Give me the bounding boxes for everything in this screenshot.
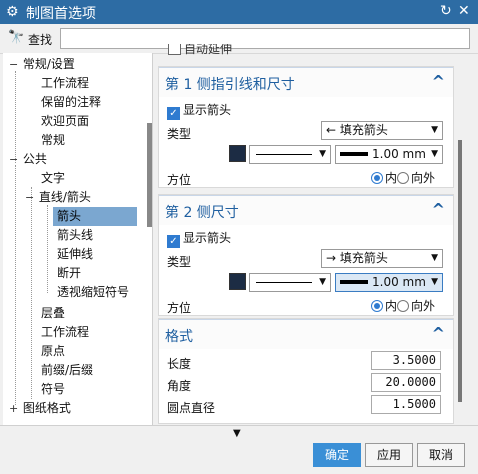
dot-diameter-label: 圆点直径 bbox=[167, 401, 216, 415]
angle-input[interactable]: 20.0000 bbox=[371, 373, 441, 392]
length-label: 长度 bbox=[167, 357, 192, 371]
tree-node-origin[interactable]: 原点 bbox=[41, 342, 65, 361]
tree-node-arrow-line[interactable]: 箭头线 bbox=[57, 226, 93, 245]
side1-header[interactable]: 第 1 侧指引线和尺寸 ^ bbox=[159, 67, 453, 97]
cancel-button[interactable]: 取消 bbox=[417, 443, 465, 467]
apply-button[interactable]: 应用 bbox=[365, 443, 413, 467]
radio-icon bbox=[397, 172, 410, 184]
side2-width-dropdown[interactable]: 1.00 mm ▼ bbox=[335, 273, 443, 292]
reset-icon[interactable]: ↻ bbox=[440, 3, 452, 19]
side2-direction-options[interactable]: 内向外 bbox=[371, 297, 435, 314]
side2-linetype-dropdown[interactable]: ▼ bbox=[249, 273, 331, 292]
side1-section: 第 1 侧指引线和尺寸 ^ ✓ 显示箭头 类型 ← 填充箭头 ▼ ▼ 1.00 mm… bbox=[158, 66, 454, 188]
side1-direction-options[interactable]: 内向外 bbox=[371, 169, 435, 186]
tree-node-workflow[interactable]: 工作流程 bbox=[41, 74, 89, 93]
tree-node-general[interactable]: − 常规/设置 bbox=[9, 55, 75, 74]
side1-direction-label: 方位 bbox=[167, 173, 192, 187]
close-icon[interactable]: ✕ bbox=[458, 3, 470, 19]
side1-type-dropdown[interactable]: ← 填充箭头 ▼ bbox=[321, 121, 443, 140]
side1-linetype-dropdown[interactable]: ▼ bbox=[249, 145, 331, 164]
tree-node-welcome-page[interactable]: 欢迎页面 bbox=[41, 112, 89, 131]
side2-type-dropdown[interactable]: → 填充箭头 ▼ bbox=[321, 249, 443, 268]
tree-node-text[interactable]: 文字 bbox=[41, 169, 65, 188]
window-title: 制图首选项 bbox=[26, 6, 96, 22]
binoculars-icon: 🔭 bbox=[8, 30, 25, 45]
ok-button[interactable]: 确定 bbox=[313, 443, 361, 467]
side2-header[interactable]: 第 2 侧尺寸 ^ bbox=[159, 195, 453, 225]
tree-node-foreshortening[interactable]: 透视缩短符号 bbox=[57, 283, 129, 302]
tree-node-retained-annotations[interactable]: 保留的注释 bbox=[41, 93, 101, 112]
button-bar: ▼ 确定 应用 取消 bbox=[0, 425, 478, 474]
radio-selected-icon bbox=[371, 300, 383, 312]
format-title: 格式 bbox=[165, 329, 193, 345]
checkbox-checked-icon: ✓ bbox=[167, 107, 180, 120]
gear-icon: ⚙ bbox=[6, 4, 19, 20]
side1-type-label: 类型 bbox=[167, 127, 192, 141]
collapse-icon[interactable]: ^ bbox=[432, 324, 445, 343]
tree-node-line-arrow[interactable]: − 直线/箭头 bbox=[25, 188, 91, 207]
tree-node-symbol[interactable]: 符号 bbox=[41, 380, 65, 399]
side2-section: 第 2 侧尺寸 ^ ✓ 显示箭头 类型 → 填充箭头 ▼ ▼ 1.00 mm ▼ 方位… bbox=[158, 194, 454, 316]
side2-color-swatch[interactable] bbox=[229, 273, 246, 290]
collapse-icon[interactable]: ^ bbox=[432, 200, 445, 219]
side2-direction-label: 方位 bbox=[167, 301, 192, 315]
tree-node-general-sub[interactable]: 常规 bbox=[41, 131, 65, 150]
angle-label: 角度 bbox=[167, 379, 192, 393]
main-scrollbar[interactable] bbox=[458, 140, 462, 402]
tree-node-prefix-suffix[interactable]: 前缀/后缀 bbox=[41, 361, 93, 380]
collapse-icon[interactable]: ^ bbox=[432, 72, 445, 91]
tree-node-sheet-format[interactable]: + 图纸格式 bbox=[9, 399, 71, 418]
format-section: 格式 ^ 长度 3.5000 角度 20.0000 圆点直径 1.5000 bbox=[158, 318, 454, 424]
tree-node-break[interactable]: 断开 bbox=[57, 264, 81, 283]
side1-title: 第 1 侧指引线和尺寸 bbox=[165, 77, 295, 93]
side2-title: 第 2 侧尺寸 bbox=[165, 205, 239, 221]
tree-node-workflow-2[interactable]: 工作流程 bbox=[41, 323, 89, 342]
title-bar: ⚙ 制图首选项 ↻ ✕ bbox=[0, 0, 478, 24]
auto-extend-row[interactable]: 自动延伸 bbox=[168, 44, 232, 57]
side1-width-dropdown[interactable]: 1.00 mm ▼ bbox=[335, 145, 443, 164]
side1-show-arrow[interactable]: ✓ 显示箭头 bbox=[167, 101, 231, 120]
more-down-icon[interactable]: ▼ bbox=[233, 428, 241, 439]
tree-node-extension-line[interactable]: 延伸线 bbox=[57, 245, 93, 264]
checkbox-checked-icon: ✓ bbox=[167, 235, 180, 248]
tree-scrollbar[interactable] bbox=[147, 123, 152, 227]
tree-node-arrow[interactable]: 箭头 bbox=[53, 207, 137, 226]
radio-icon bbox=[397, 300, 410, 312]
length-input[interactable]: 3.5000 bbox=[371, 351, 441, 370]
preferences-tree: − 常规/设置 工作流程 保留的注释 欢迎页面 常规 − 公共 文字 − 直线/… bbox=[3, 53, 153, 425]
settings-panel: 自动延伸 第 1 侧指引线和尺寸 ^ ✓ 显示箭头 类型 ← 填充箭头 ▼ ▼ 1.… bbox=[158, 44, 454, 425]
side2-show-arrow[interactable]: ✓ 显示箭头 bbox=[167, 229, 231, 248]
find-label: 查找 bbox=[28, 33, 53, 47]
format-header[interactable]: 格式 ^ bbox=[159, 319, 453, 349]
radio-selected-icon bbox=[371, 172, 383, 184]
side2-type-label: 类型 bbox=[167, 255, 192, 269]
side1-color-swatch[interactable] bbox=[229, 145, 246, 162]
dot-diameter-input[interactable]: 1.5000 bbox=[371, 395, 441, 414]
tree-node-common[interactable]: − 公共 bbox=[9, 150, 47, 169]
tree-node-stack[interactable]: 层叠 bbox=[41, 304, 65, 323]
